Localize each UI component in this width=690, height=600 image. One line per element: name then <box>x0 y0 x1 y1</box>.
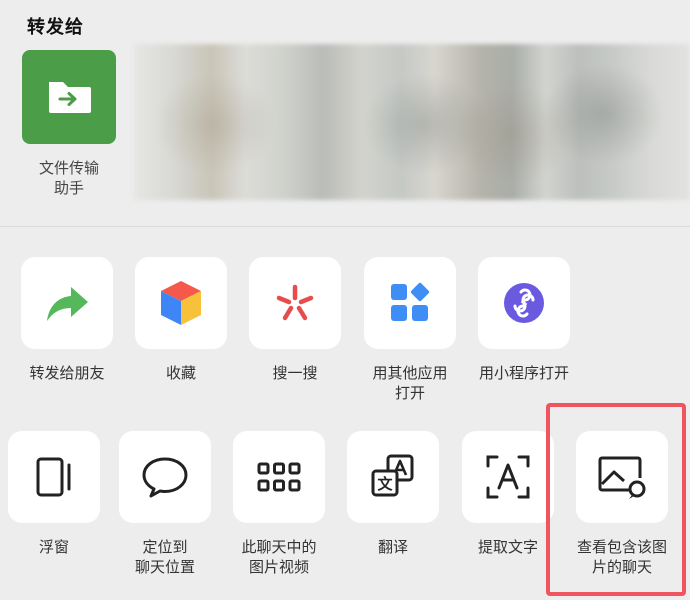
action-label: 此聊天中的 图片视频 <box>241 538 317 576</box>
share-sheet: 转发给 文件传输 助手 转发给朋友 收藏 搜一搜 用其他应用 打开 用小程序打开… <box>0 0 690 600</box>
folder-arrow-icon <box>49 82 91 113</box>
action-label: 转发给朋友 <box>29 364 105 382</box>
float-window-icon <box>36 457 71 497</box>
contact-name: 文件传输 助手 <box>38 159 99 197</box>
translate-icon: 文 <box>371 454 414 497</box>
action-chat-media[interactable]: 此聊天中的 图片视频 <box>225 431 333 577</box>
action-tile <box>119 431 211 523</box>
action-translate[interactable]: 文 翻译 <box>339 431 447 557</box>
action-float-window[interactable]: 浮窗 <box>0 431 108 557</box>
action-tile <box>135 257 227 349</box>
action-tile <box>8 431 100 523</box>
mini-program-icon <box>504 283 544 323</box>
action-locate-in-chat[interactable]: 定位到 聊天位置 <box>111 431 219 577</box>
action-search[interactable]: 搜一搜 <box>241 257 349 383</box>
svg-text:文: 文 <box>377 475 393 493</box>
divider <box>0 226 690 227</box>
action-favorites[interactable]: 收藏 <box>127 257 235 383</box>
action-label: 浮窗 <box>38 538 69 556</box>
action-open-mini-program[interactable]: 用小程序打开 <box>470 257 578 383</box>
apps-grid-icon <box>391 282 430 321</box>
action-tile <box>21 257 113 349</box>
action-tile <box>478 257 570 349</box>
action-label: 用小程序打开 <box>478 364 569 382</box>
favorites-cube-icon <box>161 281 201 325</box>
chat-bubble-icon <box>142 457 188 498</box>
avatar <box>22 50 116 144</box>
action-label: 收藏 <box>165 364 196 382</box>
contact-file-transfer[interactable]: 文件传输 助手 <box>20 50 118 198</box>
search-burst-icon <box>276 284 314 321</box>
action-tile <box>249 257 341 349</box>
action-label: 翻译 <box>377 538 408 556</box>
highlight-box <box>546 403 686 596</box>
action-label: 定位到 聊天位置 <box>134 538 195 576</box>
action-label: 搜一搜 <box>272 364 318 382</box>
action-tile <box>233 431 325 523</box>
action-tile <box>364 257 456 349</box>
section-title: 转发给 <box>27 17 84 38</box>
action-forward-to-friend[interactable]: 转发给朋友 <box>13 257 121 383</box>
action-open-other-app[interactable]: 用其他应用 打开 <box>356 257 464 403</box>
action-label: 用其他应用 打开 <box>372 364 448 402</box>
forward-arrow-icon <box>47 287 88 321</box>
recent-contacts-blurred[interactable] <box>134 44 690 200</box>
grid-dots-icon <box>257 462 301 492</box>
action-tile: 文 <box>347 431 439 523</box>
scan-text-icon <box>486 455 530 499</box>
action-tile <box>462 431 554 523</box>
